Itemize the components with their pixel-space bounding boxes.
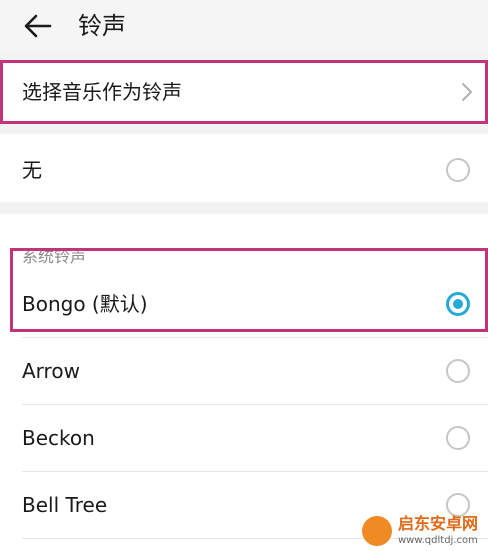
choose-music-label: 选择音乐作为铃声 xyxy=(22,80,182,104)
divider xyxy=(22,471,488,472)
watermark-title: 启东安卓网 xyxy=(398,514,479,533)
none-radio[interactable] xyxy=(446,158,470,182)
divider xyxy=(22,337,488,338)
page-title: 铃声 xyxy=(78,12,126,40)
none-ringtone-row[interactable]: 无 xyxy=(0,134,488,202)
choose-music-row[interactable]: 选择音乐作为铃声 xyxy=(0,62,488,122)
system-ringtones-header: 系统铃声 xyxy=(22,247,87,266)
radio-unselected[interactable] xyxy=(446,359,470,383)
radio-unselected[interactable] xyxy=(446,426,470,450)
radio-selected[interactable] xyxy=(446,292,470,316)
watermark-url: www.qdltdj.com xyxy=(398,535,478,546)
watermark-logo: 启东安卓网 www.qdltdj.com xyxy=(358,512,488,551)
watermark-logo-icon xyxy=(362,516,392,546)
arrow-left-icon[interactable] xyxy=(22,10,54,42)
none-ringtone-label: 无 xyxy=(22,158,42,182)
ringtone-label: Beckon xyxy=(22,426,95,450)
divider xyxy=(22,404,488,405)
top-bar: 铃声 xyxy=(0,0,488,52)
chevron-right-icon xyxy=(462,83,472,101)
ringtone-label: Bongo (默认) xyxy=(22,292,148,316)
ringtone-label: Bell Tree xyxy=(22,493,108,517)
ringtone-label: Arrow xyxy=(22,359,80,383)
